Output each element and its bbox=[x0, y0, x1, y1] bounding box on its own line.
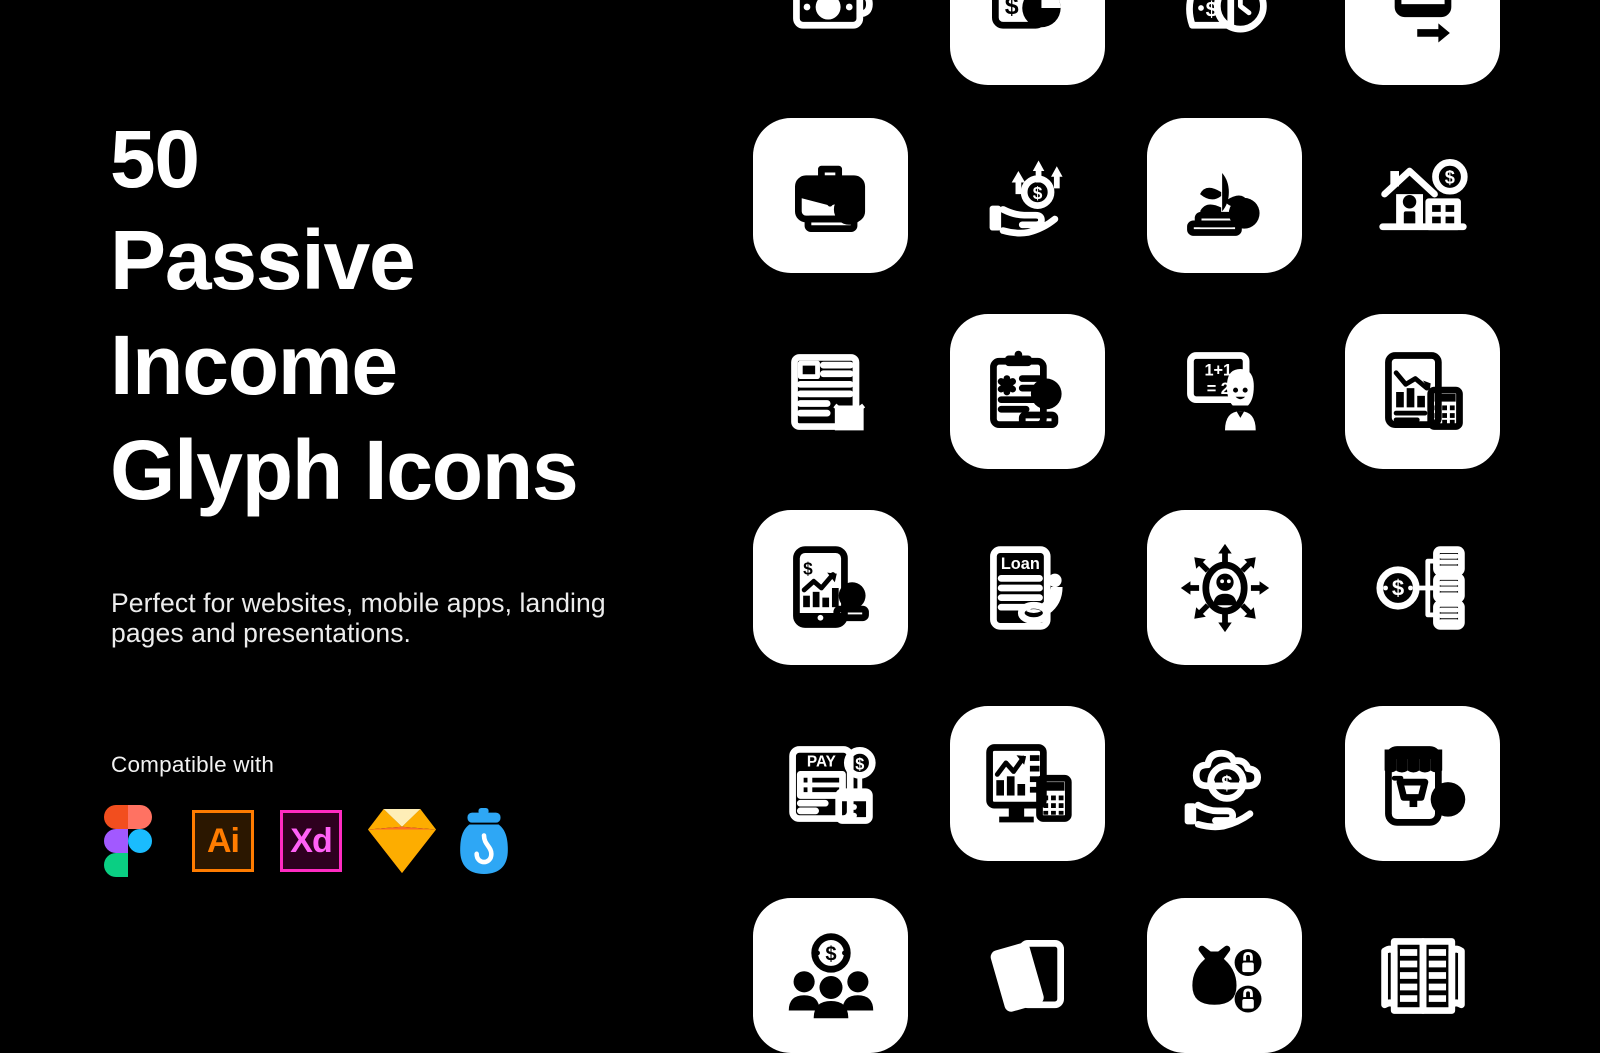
xd-label: Xd bbox=[290, 822, 332, 860]
loan-document-stamp-icon: Loan bbox=[989, 545, 1063, 630]
icon-cell-plant-coin-growth[interactable]: $ bbox=[1147, 118, 1302, 273]
svg-text:$: $ bbox=[1004, 0, 1018, 19]
page-title: 50 Passive Income Glyph Icons bbox=[110, 112, 690, 523]
title-line-count: 50 bbox=[110, 114, 200, 205]
svg-text:$: $ bbox=[1032, 182, 1042, 202]
icon-cell-mobile-chart-coin[interactable]: $ $ bbox=[753, 510, 908, 665]
compatible-app-iconjar[interactable] bbox=[456, 805, 544, 877]
icon-cell-briefcase-coin[interactable]: $ bbox=[753, 118, 908, 273]
mobile-money-transfer-icon: $ bbox=[1394, 0, 1451, 43]
playing-cards-icon bbox=[990, 939, 1064, 1012]
svg-text:$: $ bbox=[1040, 383, 1051, 405]
clipboard-coin-icon: $ bbox=[989, 350, 1062, 428]
adobe-illustrator-logo-icon: Ai bbox=[192, 810, 254, 872]
svg-text:$: $ bbox=[803, 558, 813, 578]
money-distribution-icon: $ bbox=[1375, 545, 1465, 630]
money-bag-lock-icon: $ bbox=[1191, 945, 1261, 1012]
icon-cell-money-clock[interactable]: $ bbox=[1147, 0, 1302, 85]
svg-text:$: $ bbox=[1221, 772, 1232, 794]
icon-cell-group-coin[interactable]: $ bbox=[753, 898, 908, 1053]
icon-cell-loan-document-stamp[interactable]: Loan bbox=[950, 510, 1105, 665]
poster-root: 50 Passive Income Glyph Icons Perfect fo… bbox=[0, 0, 1600, 1053]
icon-cell-clipboard-coin[interactable]: $ bbox=[950, 314, 1105, 469]
briefcase-coin-icon: $ bbox=[794, 165, 865, 232]
svg-text:$: $ bbox=[1444, 166, 1454, 187]
illustrator-label: Ai bbox=[207, 822, 240, 860]
hero-subtitle: Perfect for websites, mobile apps, landi… bbox=[111, 588, 606, 648]
loan-document-label: Loan bbox=[1000, 554, 1039, 572]
compatible-apps-row: Ai Xd bbox=[104, 805, 544, 877]
adobe-xd-logo-icon: Xd bbox=[280, 810, 342, 872]
svg-text:$: $ bbox=[1391, 575, 1403, 600]
wallet-pie-chart-icon: $ bbox=[991, 0, 1061, 29]
svg-text:$: $ bbox=[843, 198, 855, 221]
icon-cell-desktop-analytics[interactable] bbox=[950, 706, 1105, 861]
icon-cell-mobile-money-transfer[interactable]: $ bbox=[1345, 0, 1500, 85]
hand-coin-growth-icon: $ bbox=[989, 159, 1063, 236]
compatible-app-figma[interactable] bbox=[104, 805, 192, 877]
house-dollar-icon: $ bbox=[1378, 158, 1468, 230]
network-referral-icon bbox=[1180, 543, 1269, 632]
title-line-1: Passive bbox=[110, 213, 416, 307]
svg-text:$: $ bbox=[855, 755, 864, 773]
group-coin-icon: $ bbox=[788, 932, 873, 1018]
icon-cell-report-calculator[interactable] bbox=[1345, 314, 1500, 469]
title-line-2: Income bbox=[110, 318, 398, 412]
figma-logo-icon bbox=[104, 805, 152, 877]
icon-cell-banknote-dollar[interactable]: $ bbox=[753, 0, 908, 85]
chalkboard-line-1: 1+1 bbox=[1204, 361, 1232, 379]
cloud-money-hand-icon: $ bbox=[1184, 749, 1261, 830]
icon-cell-cloud-money-hand[interactable]: $ bbox=[1147, 706, 1302, 861]
money-clock-icon: $ bbox=[1185, 0, 1267, 32]
banknote-dollar-icon: $ bbox=[792, 0, 873, 29]
report-calculator-icon bbox=[1384, 351, 1463, 430]
compatible-app-sketch[interactable] bbox=[368, 805, 456, 877]
compatible-app-illustrator[interactable]: Ai bbox=[192, 805, 280, 877]
mobile-chart-coin-icon: $ $ bbox=[792, 545, 869, 628]
svg-text:$: $ bbox=[847, 585, 857, 606]
svg-text:$: $ bbox=[1209, 975, 1220, 996]
icon-cell-money-bag-lock[interactable]: $ bbox=[1147, 898, 1302, 1053]
desktop-analytics-icon bbox=[985, 743, 1072, 822]
pay-card-icon: PAY $ bbox=[788, 745, 876, 824]
bookshelf-ledger-icon bbox=[1380, 937, 1465, 1014]
compatible-with-label: Compatible with bbox=[111, 752, 275, 777]
chalkboard-line-2: = 2 bbox=[1206, 379, 1229, 397]
plant-coin-growth-icon: $ bbox=[1186, 172, 1260, 236]
online-shop-dollar-icon: $ bbox=[1384, 745, 1465, 826]
compatible-app-xd[interactable]: Xd bbox=[280, 805, 368, 877]
icon-cell-money-distribution[interactable]: $ bbox=[1345, 510, 1500, 665]
sketch-logo-icon bbox=[368, 809, 436, 873]
icon-cell-teacher-chalkboard[interactable]: 1+1 = 2 bbox=[1147, 314, 1302, 469]
icon-cell-network-referral[interactable] bbox=[1147, 510, 1302, 665]
icon-cell-playing-cards[interactable] bbox=[950, 898, 1105, 1053]
icon-cell-house-dollar[interactable]: $ bbox=[1345, 118, 1500, 273]
svg-text:$: $ bbox=[1238, 202, 1250, 225]
teacher-chalkboard-icon: 1+1 = 2 bbox=[1186, 351, 1256, 430]
icon-cell-wallet-pie-chart[interactable]: $ bbox=[950, 0, 1105, 85]
svg-text:$: $ bbox=[822, 0, 833, 18]
svg-text:$: $ bbox=[1441, 786, 1454, 812]
hero-panel: 50 Passive Income Glyph Icons Perfect fo… bbox=[0, 0, 700, 1000]
iconjar-logo-icon bbox=[456, 808, 512, 874]
icon-cell-pay-card[interactable]: PAY $ bbox=[753, 706, 908, 861]
title-line-3: Glyph Icons bbox=[110, 423, 579, 517]
icon-cell-newsletter-email[interactable] bbox=[753, 314, 908, 469]
icon-cell-hand-coin-growth[interactable]: $ bbox=[950, 118, 1105, 273]
svg-text:$: $ bbox=[825, 943, 836, 965]
icon-cell-bookshelf-ledger[interactable] bbox=[1345, 898, 1500, 1053]
icon-cell-online-shop-dollar[interactable]: $ bbox=[1345, 706, 1500, 861]
pay-card-label: PAY bbox=[806, 753, 835, 770]
newsletter-email-icon bbox=[790, 353, 865, 430]
icon-grid: $ $ $ $ $ $ $ $ 1+1 = 2 $ $ Loan $ PAY $… bbox=[700, 0, 1600, 1053]
